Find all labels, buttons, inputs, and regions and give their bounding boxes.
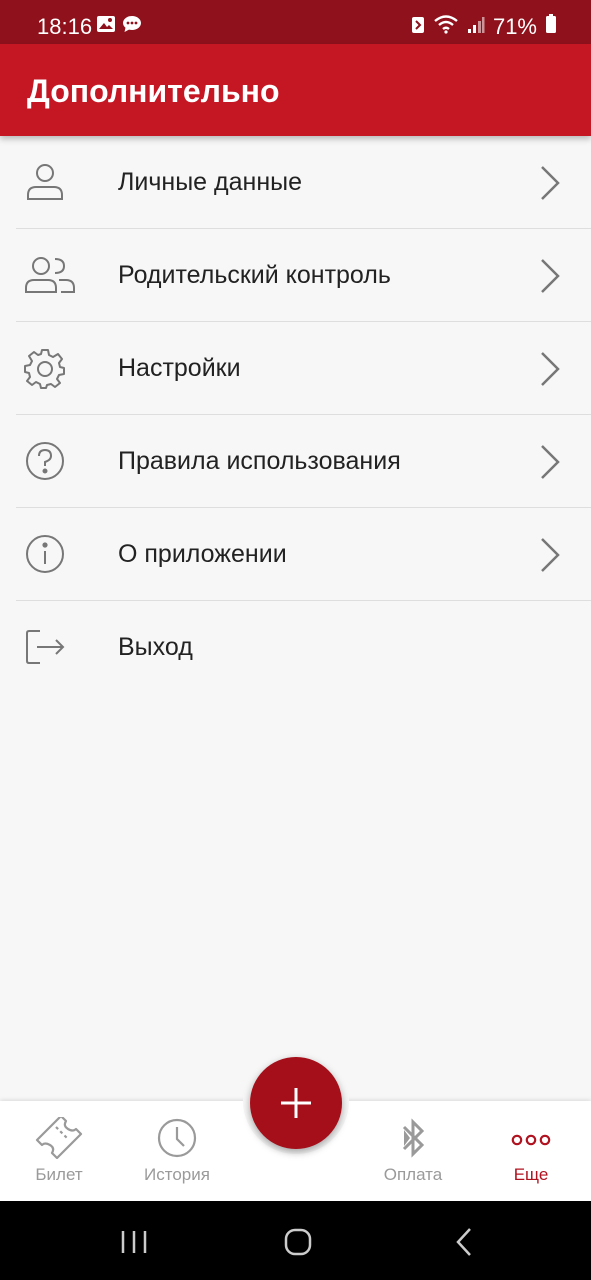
chevron-right-icon bbox=[539, 350, 561, 388]
menu-item-label: Настройки bbox=[118, 354, 241, 382]
menu-item-personal-data[interactable]: Личные данные bbox=[16, 136, 591, 229]
recent-apps-icon[interactable] bbox=[120, 1229, 148, 1260]
menu-item-parental-control[interactable]: Родительский контроль bbox=[16, 229, 591, 322]
home-icon[interactable] bbox=[284, 1228, 312, 1261]
menu-item-label: Правила использования bbox=[118, 447, 401, 475]
user-icon bbox=[24, 161, 66, 203]
ticket-icon bbox=[4, 1117, 114, 1159]
page-title: Дополнительно bbox=[27, 73, 280, 109]
bluetooth-icon bbox=[358, 1117, 468, 1159]
info-icon bbox=[24, 533, 66, 575]
menu-item-settings[interactable]: Настройки bbox=[16, 322, 591, 415]
app-bar: Дополнительно bbox=[0, 44, 591, 136]
menu-list: Личные данные Родительский контроль Наст… bbox=[0, 136, 591, 694]
menu-item-about[interactable]: О приложении bbox=[16, 508, 591, 601]
chevron-right-icon bbox=[539, 443, 561, 481]
status-bar: 18:16 71% bbox=[0, 0, 591, 44]
signal-icon bbox=[467, 14, 485, 40]
nav-label: История bbox=[144, 1165, 210, 1184]
wifi-icon bbox=[433, 14, 459, 40]
chat-icon bbox=[122, 15, 142, 38]
menu-item-logout[interactable]: Выход bbox=[16, 601, 591, 694]
users-icon bbox=[24, 254, 76, 296]
image-icon bbox=[96, 15, 116, 38]
more-icon bbox=[476, 1117, 586, 1159]
logout-icon bbox=[24, 626, 66, 668]
chevron-right-icon bbox=[539, 257, 561, 295]
menu-item-label: Личные данные bbox=[118, 168, 302, 196]
nav-item-payment[interactable]: Оплата bbox=[358, 1117, 468, 1185]
gear-icon bbox=[24, 347, 66, 389]
nav-item-ticket[interactable]: Билет bbox=[4, 1117, 114, 1185]
nav-label: Билет bbox=[35, 1165, 83, 1184]
nav-item-history[interactable]: История bbox=[122, 1117, 232, 1185]
nav-item-more[interactable]: Еще bbox=[476, 1117, 586, 1185]
chevron-right-icon bbox=[539, 536, 561, 574]
chevron-right-icon bbox=[539, 164, 561, 202]
battery-percent: 71% bbox=[492, 14, 537, 39]
menu-item-terms[interactable]: Правила использования bbox=[16, 415, 591, 508]
status-time: 18:16 bbox=[37, 14, 93, 39]
menu-item-label: О приложении bbox=[118, 540, 287, 568]
menu-item-label: Выход bbox=[118, 633, 193, 661]
add-fab-button[interactable] bbox=[250, 1057, 342, 1149]
menu-item-label: Родительский контроль bbox=[118, 261, 391, 289]
system-navigation-bar bbox=[0, 1201, 591, 1280]
nav-label: Еще bbox=[513, 1165, 549, 1184]
nfc-icon bbox=[411, 14, 425, 40]
plus-icon bbox=[250, 1088, 342, 1153]
back-icon[interactable] bbox=[455, 1227, 473, 1262]
clock-icon bbox=[122, 1117, 232, 1159]
question-icon bbox=[24, 440, 66, 482]
nav-label: Оплата bbox=[383, 1165, 443, 1184]
battery-icon bbox=[545, 14, 557, 40]
